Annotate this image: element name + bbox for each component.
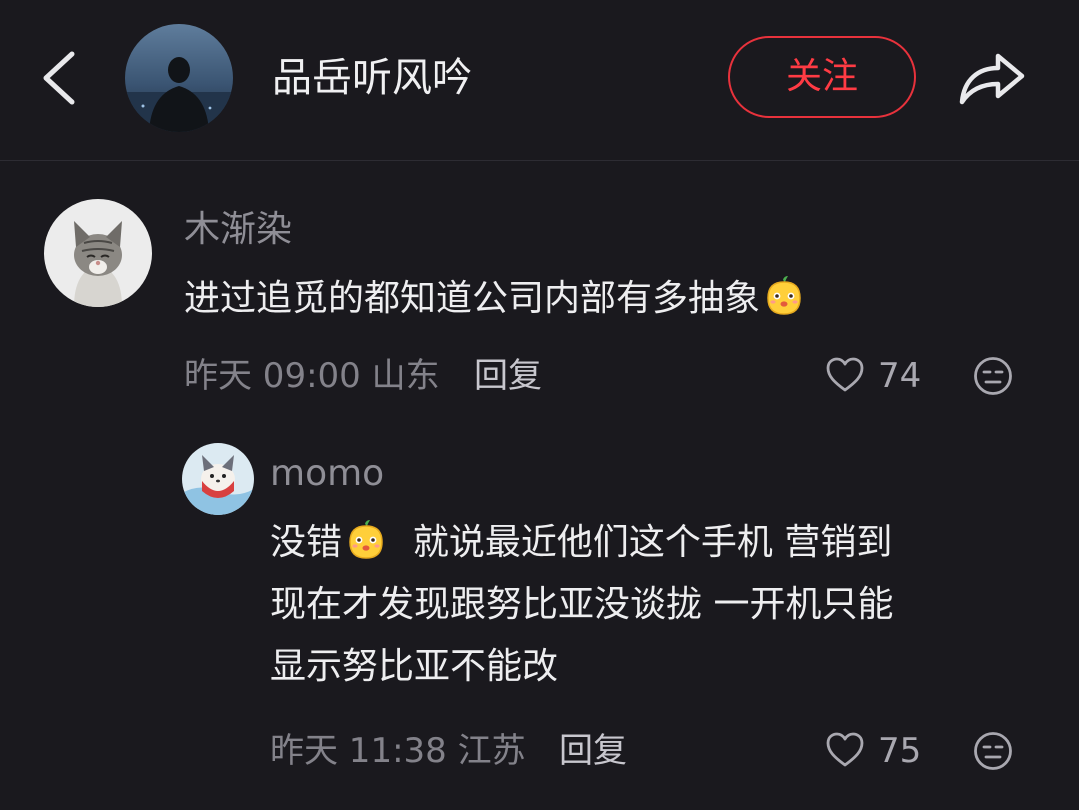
comment-text: 没错 就说最近他们这个手机 营销到 现在才发现跟努比亚没谈拢 一开机只能 显示努… <box>270 512 893 698</box>
top-bar: 品岳听风吟 关注 <box>0 0 1079 160</box>
dislike-button[interactable] <box>972 355 1014 397</box>
comment-text-line: 现在才发现跟努比亚没谈拢 一开机只能 <box>270 584 894 625</box>
comment-text-segment: 就说最近他们这个手机 营销到 <box>412 522 893 563</box>
comment-meta: 昨天 09:00 山东 <box>184 352 440 400</box>
commenter-username[interactable]: 木渐染 <box>184 205 292 255</box>
fruit-face-emoji <box>344 518 388 562</box>
like-count: 75 <box>878 731 922 771</box>
heart-outline-icon <box>826 357 864 392</box>
reply-button[interactable]: 回复 <box>559 727 627 775</box>
fruit-face-emoji <box>762 274 806 318</box>
commenter-username[interactable]: momo <box>270 449 384 499</box>
like-count: 74 <box>878 356 922 396</box>
commenter-avatar[interactable] <box>44 199 152 307</box>
unamused-face-icon <box>974 732 1012 770</box>
share-button[interactable] <box>954 38 1030 114</box>
comment-time: 昨天 11:38 <box>270 731 447 771</box>
comment-location: 江苏 <box>457 731 526 771</box>
like-button[interactable]: 75 <box>824 727 934 775</box>
comment-text-content: 进过追觅的都知道公司内部有多抽象 <box>184 278 761 319</box>
comment-time: 昨天 09:00 <box>184 356 361 396</box>
author-name[interactable]: 品岳听风吟 <box>272 50 472 106</box>
back-button[interactable] <box>30 40 90 116</box>
comment-page: 品岳听风吟 关注 木渐染 进过追觅的都知道公司内部有多抽象 昨天 09:00 山… <box>0 0 1079 810</box>
header-divider <box>0 160 1079 161</box>
comment-text: 进过追觅的都知道公司内部有多抽象 <box>184 268 808 330</box>
comment-text-line: 显示努比亚不能改 <box>270 646 559 687</box>
follow-button[interactable]: 关注 <box>728 36 916 118</box>
like-button[interactable]: 74 <box>824 352 934 400</box>
heart-outline-icon <box>826 732 864 767</box>
unamused-face-icon <box>974 357 1012 395</box>
comment-meta: 昨天 11:38 江苏 <box>270 727 526 775</box>
reply-button[interactable]: 回复 <box>474 352 542 400</box>
comment-text-segment: 没错 <box>270 522 343 563</box>
commenter-avatar[interactable] <box>182 443 254 515</box>
comment-text-line: 没错 就说最近他们这个手机 营销到 <box>270 512 893 574</box>
chevron-left-icon <box>43 51 75 105</box>
dislike-button[interactable] <box>972 730 1014 772</box>
share-arrow-icon <box>959 53 1025 105</box>
author-avatar[interactable] <box>125 24 233 132</box>
comment-location: 山东 <box>371 356 440 396</box>
